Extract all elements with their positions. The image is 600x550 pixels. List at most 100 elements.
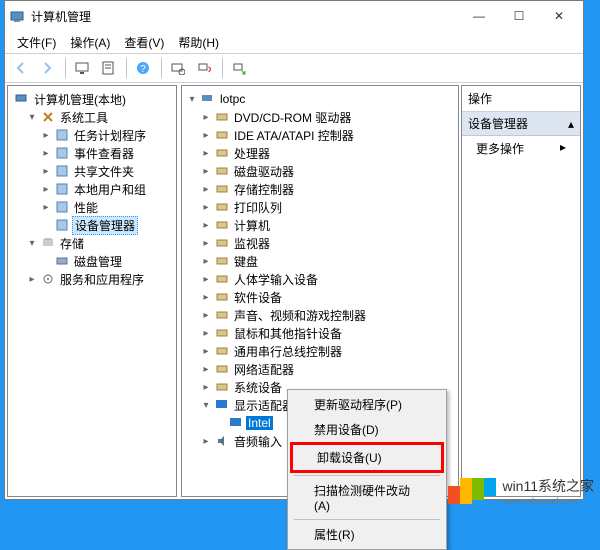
device-icon — [54, 217, 70, 233]
tree-item[interactable]: 事件查看器 — [38, 144, 174, 162]
tree-services[interactable]: 服务和应用程序 — [24, 270, 174, 288]
menu-view[interactable]: 查看(V) — [118, 32, 170, 53]
actions-more[interactable]: 更多操作 ▸ — [462, 136, 580, 161]
twisty-icon[interactable] — [200, 274, 212, 285]
menu-separator — [294, 519, 440, 520]
storage-icon — [40, 235, 56, 251]
computer-icon — [200, 91, 216, 107]
tree-item[interactable]: 设备管理器 — [38, 216, 174, 234]
actions-section[interactable]: 设备管理器 ▴ — [462, 112, 580, 136]
tb-scan-icon[interactable] — [166, 56, 190, 80]
device-item[interactable]: 打印队列 — [198, 198, 456, 216]
tb-properties-icon[interactable] — [96, 56, 120, 80]
twisty-icon[interactable] — [40, 166, 52, 177]
tree-item[interactable]: 共享文件夹 — [38, 162, 174, 180]
twisty-icon[interactable] — [26, 274, 38, 285]
twisty-icon[interactable] — [200, 346, 212, 357]
tree-item[interactable]: 本地用户和组 — [38, 180, 174, 198]
device-icon — [214, 325, 230, 341]
device-item[interactable]: 鼠标和其他指针设备 — [198, 324, 456, 342]
tb-computer-icon[interactable] — [70, 56, 94, 80]
device-icon — [214, 199, 230, 215]
tree-item[interactable]: 性能 — [38, 198, 174, 216]
tb-update-icon[interactable] — [227, 56, 251, 80]
cm-properties[interactable]: 属性(R) — [290, 522, 444, 547]
device-item[interactable]: 处理器 — [198, 144, 456, 162]
menu-help[interactable]: 帮助(H) — [172, 32, 225, 53]
display-icon — [214, 397, 230, 413]
tree-disk-management[interactable]: 磁盘管理 — [38, 252, 174, 270]
device-item[interactable]: 键盘 — [198, 252, 456, 270]
cm-uninstall-device[interactable]: 卸载设备(U) — [290, 442, 444, 473]
twisty-icon[interactable] — [200, 184, 212, 195]
svg-text:?: ? — [140, 64, 146, 75]
tb-uninstall-icon[interactable]: ✕ — [192, 56, 216, 80]
cm-disable-device[interactable]: 禁用设备(D) — [290, 417, 444, 442]
twisty-icon[interactable] — [40, 202, 52, 213]
services-icon — [40, 271, 56, 287]
twisty-icon[interactable] — [200, 130, 212, 141]
svg-text:✕: ✕ — [207, 65, 211, 75]
watermark-text: win11系统之家 — [502, 476, 594, 496]
twisty-icon[interactable] — [200, 382, 212, 393]
device-item[interactable]: 人体学输入设备 — [198, 270, 456, 288]
titlebar[interactable]: 计算机管理 — ☐ ✕ — [5, 1, 583, 31]
tree-root[interactable]: 计算机管理(本地) — [10, 90, 174, 108]
close-button[interactable]: ✕ — [539, 2, 579, 30]
console-tree-pane[interactable]: 计算机管理(本地) 系统工具 任务计划程序事件查看器共享文件夹本地用户和组性能设… — [7, 85, 177, 497]
twisty-icon[interactable] — [40, 184, 52, 195]
disk-icon — [54, 253, 70, 269]
twisty-icon[interactable] — [200, 202, 212, 213]
window-title: 计算机管理 — [31, 8, 459, 25]
back-button[interactable] — [9, 56, 33, 80]
twisty-icon[interactable] — [26, 112, 38, 123]
twisty-icon[interactable] — [200, 148, 212, 159]
twisty-icon[interactable] — [200, 400, 212, 411]
twisty-icon[interactable] — [40, 148, 52, 159]
cm-scan-hardware[interactable]: 扫描检测硬件改动(A) — [290, 478, 444, 517]
device-item[interactable]: IDE ATA/ATAPI 控制器 — [198, 126, 456, 144]
twisty-icon[interactable] — [200, 436, 212, 447]
device-icon — [214, 217, 230, 233]
device-item[interactable]: 软件设备 — [198, 288, 456, 306]
device-icon — [214, 127, 230, 143]
minimize-button[interactable]: — — [459, 2, 499, 30]
device-item[interactable]: 通用串行总线控制器 — [198, 342, 456, 360]
device-item[interactable]: 监视器 — [198, 234, 456, 252]
device-item[interactable]: 磁盘驱动器 — [198, 162, 456, 180]
tree-item[interactable]: 任务计划程序 — [38, 126, 174, 144]
twisty-icon[interactable] — [200, 310, 212, 321]
watermark-logo — [448, 478, 496, 504]
menubar: 文件(F) 操作(A) 查看(V) 帮助(H) — [5, 31, 583, 53]
device-icon — [214, 235, 230, 251]
twisty-icon[interactable] — [200, 328, 212, 339]
tree-system-tools[interactable]: 系统工具 — [24, 108, 174, 126]
tree-storage[interactable]: 存储 — [24, 234, 174, 252]
twisty-icon[interactable] — [200, 238, 212, 249]
toolbar-separator — [161, 58, 162, 78]
tb-help-icon[interactable]: ? — [131, 56, 155, 80]
device-item[interactable]: 计算机 — [198, 216, 456, 234]
menu-file[interactable]: 文件(F) — [11, 32, 62, 53]
device-item[interactable]: DVD/CD-ROM 驱动器 — [198, 108, 456, 126]
device-item[interactable]: 声音、视频和游戏控制器 — [198, 306, 456, 324]
twisty-icon[interactable] — [26, 238, 38, 249]
tools-icon — [40, 109, 56, 125]
twisty-icon[interactable] — [200, 364, 212, 375]
toolbar-separator — [65, 58, 66, 78]
twisty-icon[interactable] — [200, 292, 212, 303]
device-root[interactable]: lotpc — [184, 90, 456, 108]
twisty-icon[interactable] — [40, 130, 52, 141]
twisty-icon[interactable] — [200, 220, 212, 231]
device-item[interactable]: 存储控制器 — [198, 180, 456, 198]
twisty-icon[interactable] — [200, 166, 212, 177]
twisty-icon[interactable] — [200, 112, 212, 123]
menu-action[interactable]: 操作(A) — [64, 32, 116, 53]
cm-update-driver[interactable]: 更新驱动程序(P) — [290, 392, 444, 417]
share-icon — [54, 163, 70, 179]
twisty-icon[interactable] — [186, 94, 198, 105]
maximize-button[interactable]: ☐ — [499, 2, 539, 30]
forward-button[interactable] — [35, 56, 59, 80]
twisty-icon[interactable] — [200, 256, 212, 267]
device-item[interactable]: 网络适配器 — [198, 360, 456, 378]
